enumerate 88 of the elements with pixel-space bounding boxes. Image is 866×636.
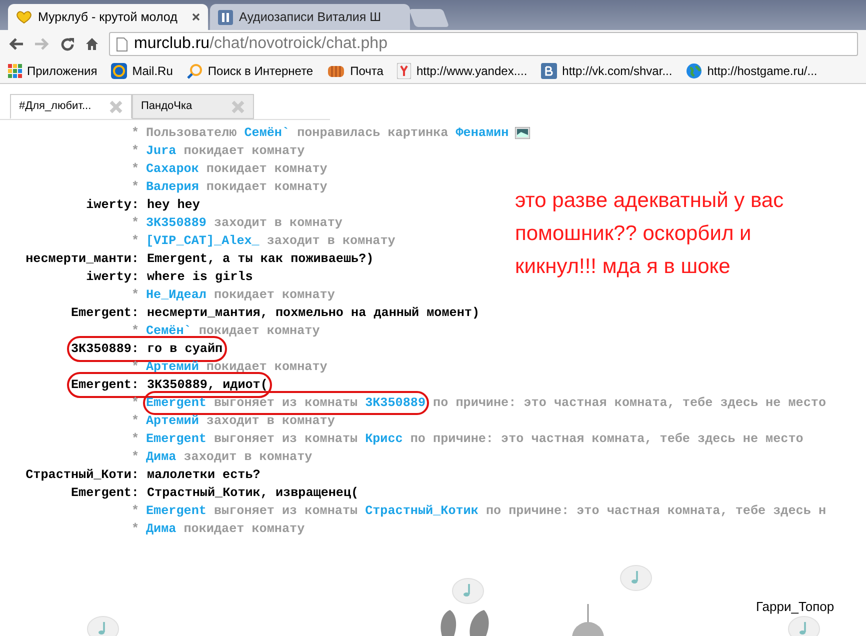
bookmark-link[interactable]: Почта xyxy=(350,62,384,80)
event-text: покидает комнату xyxy=(198,323,320,340)
bookmark-link[interactable]: Mail.Ru xyxy=(132,62,173,80)
bookmark-link[interactable]: Поиск в Интернете xyxy=(208,62,314,80)
event-text: выгоняет из комнаты xyxy=(214,503,358,520)
close-icon[interactable] xyxy=(192,13,200,21)
event-text: выгоняет из комнаты xyxy=(214,395,358,412)
message-text: малолетки есть? xyxy=(146,467,260,484)
event-marker: * xyxy=(131,449,139,466)
globe-icon xyxy=(686,62,702,78)
home-icon[interactable] xyxy=(85,37,99,51)
annotation-text: это разве адекватный у вас xyxy=(515,188,784,214)
event-text: покидает комнату xyxy=(206,359,328,376)
nick-label[interactable]: Страстный_Коти: xyxy=(26,466,139,484)
apps-grid-icon xyxy=(8,64,22,78)
event-text: покидает комнату xyxy=(206,179,328,196)
bookmark-link[interactable]: http://vk.com/shvar... xyxy=(562,62,672,80)
annotation-text: помошник?? оскорбил и xyxy=(515,221,752,247)
message-text: Emergent, а ты как поживаешь?) xyxy=(146,251,374,268)
nick-label[interactable]: 3К350889: xyxy=(70,340,139,358)
nick-label[interactable]: Emergent: xyxy=(70,484,139,502)
event-marker: * xyxy=(131,179,139,196)
message-text: несмерти_мантия, похмельно на данный момент) xyxy=(147,305,480,322)
event-text: покидает комнату xyxy=(184,521,305,538)
tab-title: Мурклуб - крутой молод xyxy=(38,8,178,26)
letter-b-icon xyxy=(541,62,558,78)
address-field[interactable]: murclub.ru/chat/novotroick/chat.php xyxy=(109,32,858,56)
event-marker: * xyxy=(131,233,139,250)
disco-ball-drawing xyxy=(570,604,606,636)
chat-tab[interactable]: ПандоЧка xyxy=(132,94,254,119)
nick-label[interactable]: Emergent: xyxy=(70,304,139,322)
event-text: выгоняет из комнаты xyxy=(214,431,358,448)
message-text: го в суайп xyxy=(147,341,223,358)
event-text: Пользователю xyxy=(146,125,237,142)
event-text: заходит в комнату xyxy=(266,233,396,250)
nick-label[interactable]: iwerty: xyxy=(86,268,139,286)
tab-label: #Для_любит... xyxy=(19,99,92,114)
nick-label[interactable]: iwerty: xyxy=(86,196,139,214)
letter-y-icon xyxy=(397,62,412,78)
tab-title: Аудиозаписи Виталия Ш xyxy=(239,8,382,26)
bookmark-link[interactable]: Приложения xyxy=(27,62,98,80)
nick-label[interactable]: Emergent: xyxy=(70,376,139,394)
event-text: по причине: это частная комната, тебе здесь не место xyxy=(410,431,804,448)
page-icon xyxy=(116,36,128,52)
event-text: покидает комнату xyxy=(206,161,328,178)
message-text: where is girls xyxy=(147,269,253,286)
url-text: murclub.ru/chat/novotroick/chat.php xyxy=(134,34,388,54)
event-text: заходит в комнату xyxy=(206,413,335,430)
user-label: Гарри_Топор xyxy=(756,598,834,616)
event-marker: * xyxy=(131,287,139,304)
music-note-bubble-icon xyxy=(788,616,820,636)
reload-icon[interactable] xyxy=(60,36,75,52)
browser-tab[interactable]: Мурклуб - крутой молод xyxy=(8,4,208,30)
event-marker: * xyxy=(131,521,139,538)
event-text: заходит в комнату xyxy=(214,215,342,232)
annotation-text: кикнул!!! мда я в шоке xyxy=(515,254,732,280)
message-text: Страстный_Котик, извращенец( xyxy=(147,485,359,502)
magnifier-icon xyxy=(186,62,203,78)
browser-tab[interactable]: Аудиозаписи Виталия Ш xyxy=(210,4,410,30)
back-arrow-icon[interactable] xyxy=(8,37,24,51)
chat-tab[interactable]: #Для_любит... xyxy=(10,94,132,119)
event-marker: * xyxy=(131,395,139,412)
heart-icon xyxy=(16,10,32,24)
event-marker: * xyxy=(131,431,139,448)
event-marker: * xyxy=(131,143,139,160)
event-text: по причине: это частная комната, тебе здесь н xyxy=(486,503,826,520)
event-marker: * xyxy=(131,413,139,430)
event-marker: * xyxy=(131,215,139,232)
event-marker: * xyxy=(131,323,139,340)
music-note-bubble-icon xyxy=(87,616,119,636)
message-text: 3К350889, идиот( xyxy=(147,377,268,394)
event-text: покидает комнату xyxy=(184,143,305,160)
event-marker: * xyxy=(131,359,139,376)
pause-icon xyxy=(218,10,233,24)
event-marker: * xyxy=(131,161,139,178)
event-marker: * xyxy=(131,125,139,142)
bookmark-link[interactable]: http://hostgame.ru/... xyxy=(707,62,818,80)
event-text: покидает комнату xyxy=(214,287,335,304)
event-text: понравилась картинка xyxy=(297,125,448,142)
message-text: hey hey xyxy=(147,197,200,214)
bookmark-link[interactable]: http://www.yandex.... xyxy=(416,62,528,80)
event-text: по причине: это частная комната, тебе здесь не место xyxy=(433,395,826,412)
event-marker: * xyxy=(131,503,139,520)
nick-label[interactable]: несмерти_манти: xyxy=(26,250,139,268)
event-text: заходит в комнату xyxy=(184,449,312,466)
tab-label: ПандоЧка xyxy=(141,99,192,114)
music-note-bubble-icon xyxy=(452,578,484,604)
music-note-bubble-icon xyxy=(620,565,652,591)
